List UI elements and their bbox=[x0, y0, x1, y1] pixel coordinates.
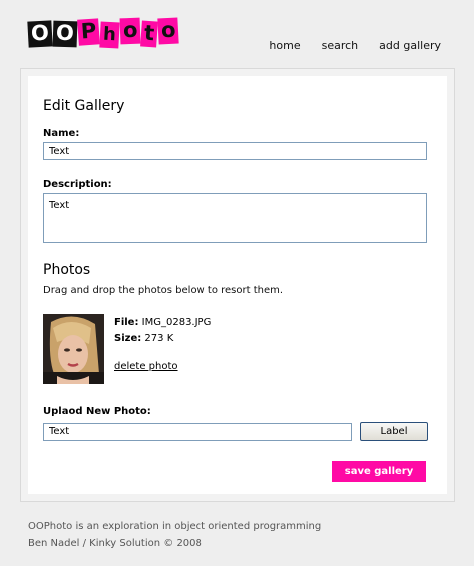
photos-heading: Photos bbox=[43, 262, 91, 278]
portrait-image bbox=[43, 314, 104, 384]
file-row: File: IMG_0283.JPG bbox=[114, 317, 211, 328]
nav-search-link[interactable]: search bbox=[322, 39, 359, 52]
upload-label: Uplaod New Photo: bbox=[43, 406, 151, 417]
nav-home-link[interactable]: home bbox=[269, 39, 300, 52]
name-label: Name: bbox=[43, 128, 80, 139]
size-row: Size: 273 K bbox=[114, 333, 211, 344]
delete-photo-link[interactable]: delete photo bbox=[114, 361, 178, 372]
size-label: Size: bbox=[114, 333, 142, 344]
save-gallery-button[interactable]: save gallery bbox=[332, 461, 426, 482]
photo-details: File: IMG_0283.JPG Size: 273 K delete ph… bbox=[114, 314, 211, 384]
browse-button[interactable]: Label bbox=[360, 422, 428, 441]
file-label: File: bbox=[114, 317, 139, 328]
upload-file-field[interactable] bbox=[43, 422, 352, 441]
upload-row: Label bbox=[43, 422, 428, 441]
logo-letter: P bbox=[76, 18, 101, 46]
file-size: 273 K bbox=[144, 333, 174, 344]
logo-letter: t bbox=[140, 20, 159, 48]
logo-letter: O bbox=[52, 20, 78, 48]
footer-credits: Ben Nadel / Kinky Solution © 2008 bbox=[28, 538, 202, 549]
logo-letter: o bbox=[119, 17, 141, 45]
name-field[interactable] bbox=[43, 142, 427, 160]
main-nav: home search add gallery bbox=[269, 39, 441, 52]
photos-hint: Drag and drop the photos below to resort… bbox=[43, 285, 284, 296]
page-title: Edit Gallery bbox=[43, 98, 125, 114]
logo-letter: o bbox=[157, 17, 180, 45]
description-field[interactable]: Text bbox=[43, 193, 427, 243]
description-label: Description: bbox=[43, 179, 112, 190]
nav-add-gallery-link[interactable]: add gallery bbox=[379, 39, 441, 52]
file-name: IMG_0283.JPG bbox=[141, 317, 212, 328]
footer: OOPhoto is an exploration in object orie… bbox=[28, 518, 321, 552]
logo-letter: O bbox=[27, 20, 53, 48]
photo-item[interactable]: File: IMG_0283.JPG Size: 273 K delete ph… bbox=[43, 314, 428, 384]
logo-letter: h bbox=[99, 21, 120, 49]
footer-tagline: OOPhoto is an exploration in object orie… bbox=[28, 521, 322, 532]
photo-thumbnail[interactable] bbox=[43, 314, 104, 384]
oophoto-logo[interactable]: O O P h o t o bbox=[27, 17, 180, 49]
edit-gallery-form: Edit Gallery Name: Description: Text Pho… bbox=[43, 98, 428, 441]
edit-gallery-panel: Edit Gallery Name: Description: Text Pho… bbox=[20, 68, 455, 502]
